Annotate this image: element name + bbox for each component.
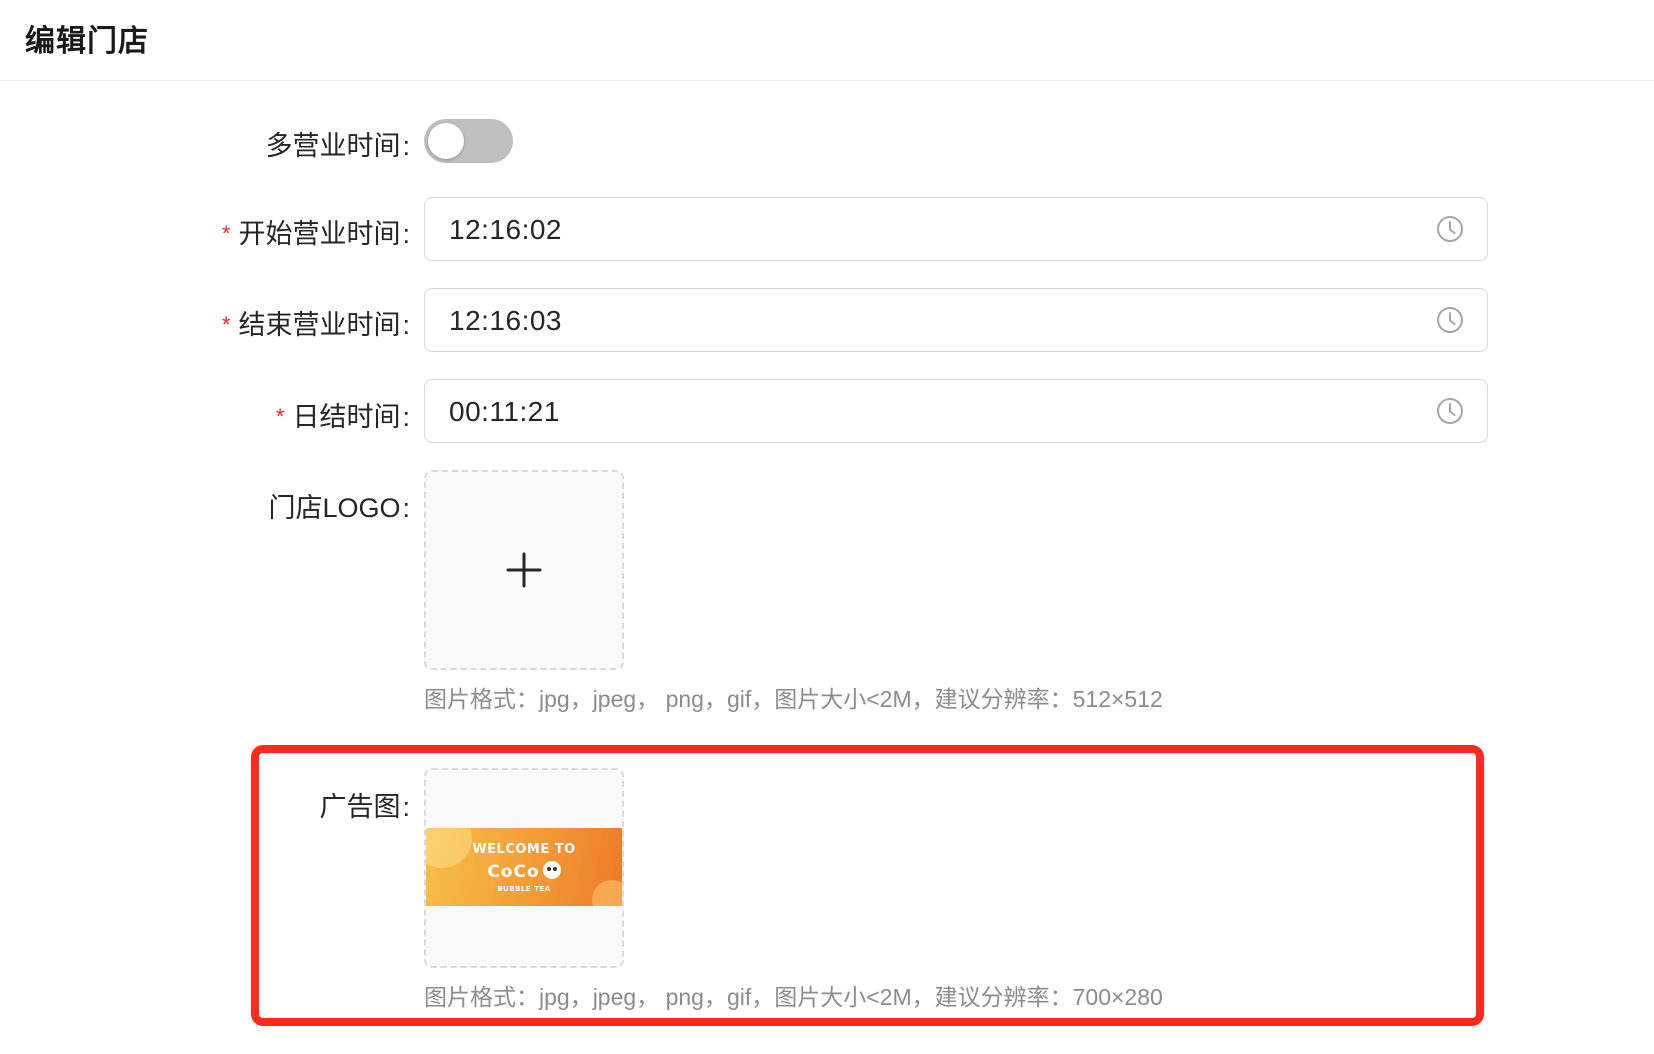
- clock-icon[interactable]: [1435, 214, 1465, 244]
- label-colon: :: [402, 493, 410, 523]
- start-time-value: 12:16:02: [449, 214, 562, 245]
- required-mark: *: [221, 312, 231, 337]
- clock-icon[interactable]: [1435, 305, 1465, 335]
- label-colon: :: [402, 219, 410, 249]
- ad-decoration: [592, 880, 622, 906]
- clock-icon[interactable]: [1435, 396, 1465, 426]
- logo-label: 门店LOGO:: [268, 486, 410, 525]
- label-colon: :: [402, 792, 410, 822]
- required-mark: *: [221, 221, 231, 246]
- logo-label-text: 门店LOGO: [268, 493, 401, 523]
- multi-hours-label-text: 多营业时间: [265, 131, 401, 161]
- settlement-time-label: * 日结时间:: [276, 395, 410, 434]
- settlement-time-input[interactable]: 00:11:21: [424, 379, 1488, 443]
- ad-image-preview[interactable]: WELCOME TO CoCo BUBBLE TEA: [426, 828, 622, 906]
- ad-sub-text: BUBBLE TEA: [497, 885, 551, 893]
- settlement-time-value: 00:11:21: [449, 396, 560, 427]
- page-title: 编辑门店: [25, 25, 149, 58]
- label-colon: :: [402, 402, 410, 432]
- start-time-label: * 开始营业时间:: [222, 212, 410, 251]
- start-time-label-text: 开始营业时间: [238, 219, 401, 249]
- ad-brand-text: CoCo: [487, 862, 540, 882]
- plus-icon: [506, 552, 542, 588]
- required-mark: *: [275, 404, 285, 429]
- page-header: 编辑门店: [0, 0, 1654, 81]
- ad-brand-logo: CoCo: [426, 861, 622, 882]
- end-time-input[interactable]: 12:16:03: [424, 288, 1488, 352]
- logo-upload[interactable]: [424, 470, 624, 670]
- ad-image-upload[interactable]: WELCOME TO CoCo BUBBLE TEA: [424, 768, 624, 968]
- toggle-knob: [428, 123, 464, 159]
- ad-image-hint: 图片格式：jpg，jpeg， png，gif，图片大小<2M，建议分辨率：700…: [424, 984, 1163, 1010]
- end-time-value: 12:16:03: [449, 305, 562, 336]
- start-time-input[interactable]: 12:16:02: [424, 197, 1488, 261]
- multi-hours-label: 多营业时间:: [265, 124, 410, 163]
- settlement-time-label-text: 日结时间: [292, 402, 401, 432]
- ad-welcome-text: WELCOME TO: [472, 842, 576, 857]
- end-time-label: * 结束营业时间:: [222, 303, 410, 342]
- ad-image-label-text: 广告图: [319, 792, 401, 822]
- logo-hint: 图片格式：jpg，jpeg， png，gif，图片大小<2M，建议分辨率：512…: [424, 686, 1163, 712]
- end-time-label-text: 结束营业时间: [238, 310, 401, 340]
- ad-image-label: 广告图:: [319, 785, 410, 824]
- label-colon: :: [402, 131, 410, 161]
- mascot-icon: [542, 861, 561, 879]
- multi-hours-toggle[interactable]: [424, 119, 513, 163]
- label-colon: :: [402, 310, 410, 340]
